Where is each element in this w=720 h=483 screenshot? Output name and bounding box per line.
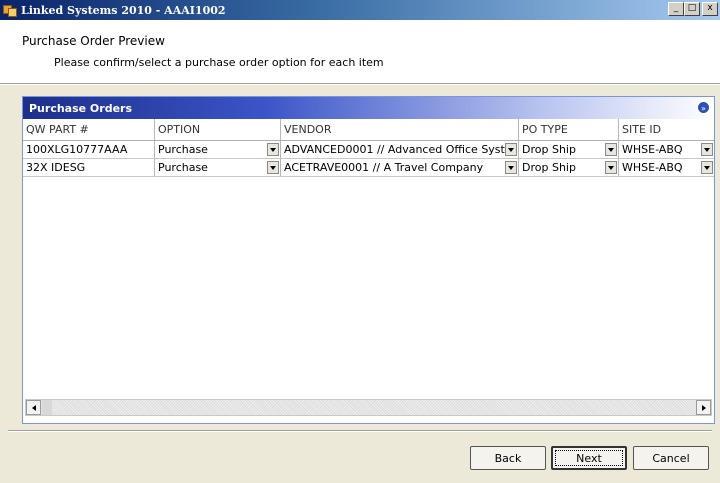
column-header-part[interactable]: QW PART # <box>23 119 155 140</box>
column-header-site-id[interactable]: SITE ID <box>619 119 714 140</box>
cancel-button[interactable]: Cancel <box>633 446 709 470</box>
chevron-down-icon[interactable] <box>267 161 279 174</box>
app-icon <box>3 3 17 17</box>
panel-header[interactable]: Purchase Orders » <box>23 97 714 119</box>
vendor-value: ADVANCED0001 // Advanced Office Systems <box>284 143 505 156</box>
part-cell[interactable]: 32X IDESG <box>23 159 155 177</box>
site-id-value: WHSE-ABQ <box>622 161 683 174</box>
scroll-right-icon[interactable] <box>696 400 711 415</box>
chevron-down-icon[interactable] <box>505 143 517 156</box>
title-bar[interactable]: Linked Systems 2010 - AAAI1002 _ □ x <box>0 0 720 20</box>
chevron-down-icon[interactable] <box>267 143 279 156</box>
option-select[interactable]: Purchase <box>155 159 281 177</box>
wizard-body: Purchase Orders » QW PART # OPTION VENDO… <box>0 85 720 483</box>
po-type-select[interactable]: Drop Ship <box>519 159 619 177</box>
vendor-value: ACETRAVE0001 // A Travel Company <box>284 161 484 174</box>
po-type-value: Drop Ship <box>522 161 576 174</box>
po-type-value: Drop Ship <box>522 143 576 156</box>
column-header-option[interactable]: OPTION <box>155 119 281 140</box>
double-chevron-icon[interactable]: » <box>697 101 710 114</box>
po-type-select[interactable]: Drop Ship <box>519 141 619 159</box>
scroll-left-icon[interactable] <box>26 400 41 415</box>
next-button[interactable]: Next <box>551 446 627 470</box>
chevron-down-icon[interactable] <box>701 143 713 156</box>
maximize-button[interactable]: □ <box>684 2 700 16</box>
purchase-orders-grid: QW PART # OPTION VENDOR PO TYPE SITE ID … <box>23 119 714 393</box>
table-row[interactable]: 32X IDESG Purchase ACETRAVE0001 // A Tra… <box>23 159 714 177</box>
option-select[interactable]: Purchase <box>155 141 281 159</box>
column-header-po-type[interactable]: PO TYPE <box>519 119 619 140</box>
wizard-header: Purchase Order Preview Please confirm/se… <box>0 20 720 84</box>
close-button[interactable]: x <box>702 2 718 16</box>
vendor-select[interactable]: ACETRAVE0001 // A Travel Company <box>281 159 519 177</box>
site-id-select[interactable]: WHSE-ABQ <box>619 159 714 177</box>
part-cell[interactable]: 100XLG10777AAA <box>23 141 155 159</box>
minimize-button[interactable]: _ <box>668 2 684 16</box>
horizontal-scrollbar[interactable] <box>25 399 712 416</box>
site-id-select[interactable]: WHSE-ABQ <box>619 141 714 159</box>
table-row[interactable]: 100XLG10777AAA Purchase ADVANCED0001 // … <box>23 141 714 159</box>
vendor-select[interactable]: ADVANCED0001 // Advanced Office Systems <box>281 141 519 159</box>
panel-title: Purchase Orders <box>29 101 133 115</box>
column-header-vendor[interactable]: VENDOR <box>281 119 519 140</box>
option-value: Purchase <box>158 161 208 174</box>
chevron-down-icon[interactable] <box>505 161 517 174</box>
option-value: Purchase <box>158 143 208 156</box>
window-title: Linked Systems 2010 - AAAI1002 <box>21 3 226 17</box>
back-button[interactable]: Back <box>470 446 546 470</box>
purchase-orders-panel: Purchase Orders » QW PART # OPTION VENDO… <box>22 96 715 424</box>
scrollbar-thumb[interactable] <box>42 400 52 415</box>
chevron-down-icon[interactable] <box>701 161 713 174</box>
window-controls: _ □ x <box>668 2 718 16</box>
page-subtitle: Please confirm/select a purchase order o… <box>54 56 384 69</box>
chevron-down-icon[interactable] <box>605 143 617 156</box>
table-header-row: QW PART # OPTION VENDOR PO TYPE SITE ID <box>23 119 714 141</box>
site-id-value: WHSE-ABQ <box>622 143 683 156</box>
page-title: Purchase Order Preview <box>22 34 165 48</box>
chevron-down-icon[interactable] <box>605 161 617 174</box>
